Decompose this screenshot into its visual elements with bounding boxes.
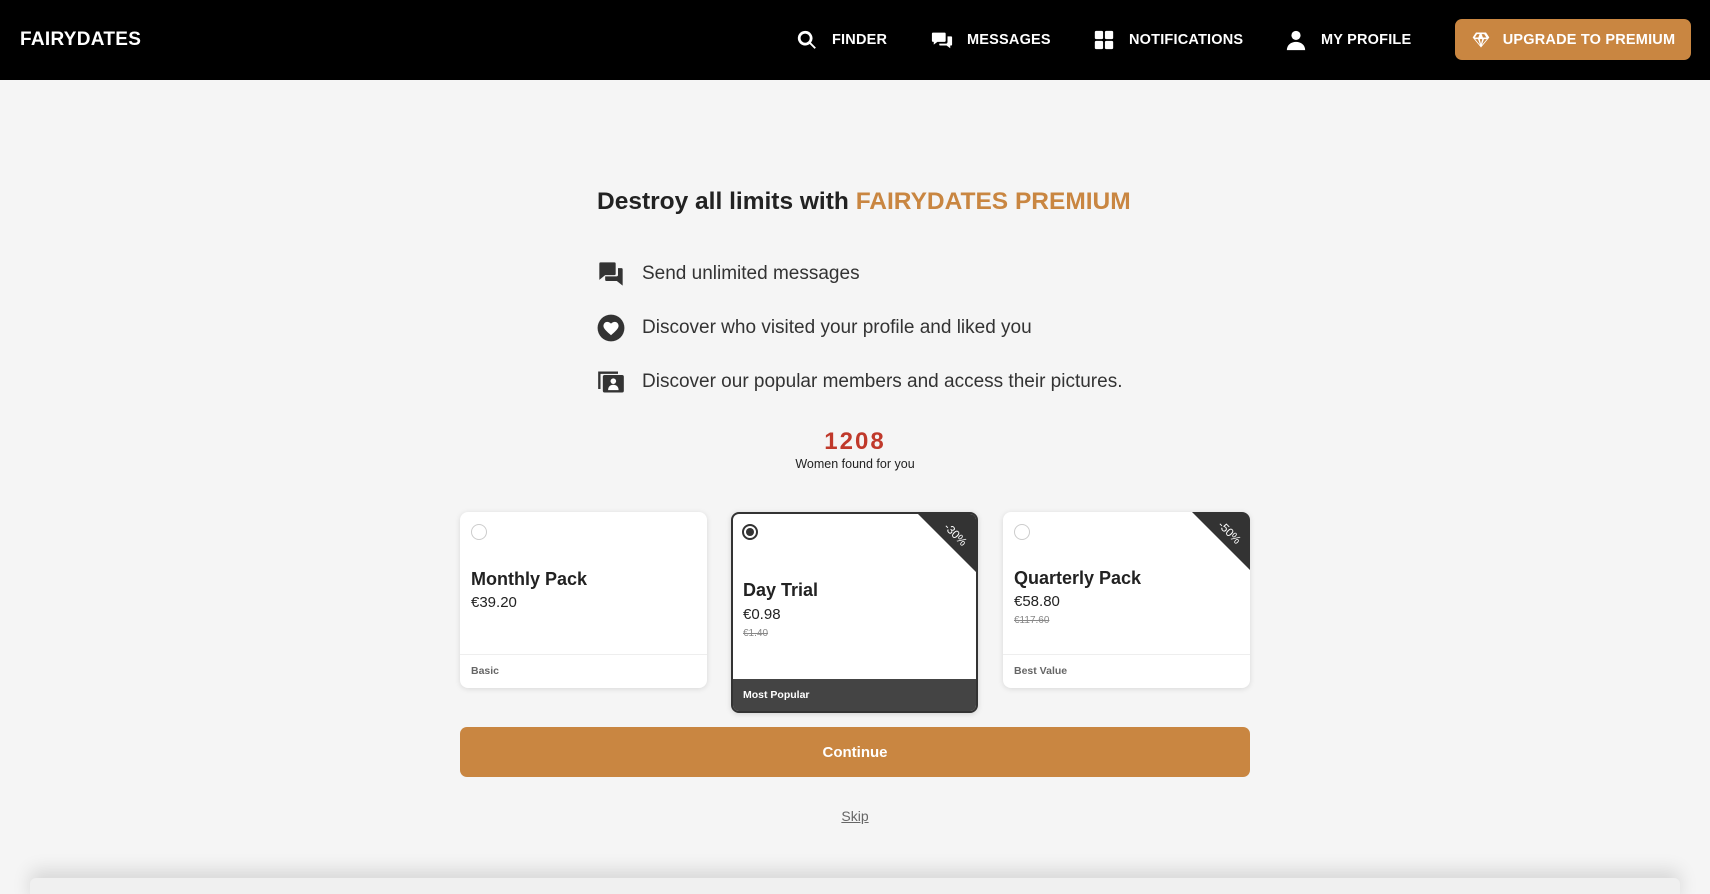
plan-radio[interactable]: [471, 524, 487, 540]
headline-prefix: Destroy all limits with: [597, 188, 856, 215]
plan-price: €58.80: [1014, 593, 1060, 610]
plan-old-price: €117.60: [1014, 615, 1050, 626]
headline-brand: FAIRYDATES PREMIUM: [855, 188, 1131, 215]
plan-footer-label: Most Popular: [733, 679, 976, 711]
discount-badge: -30%: [918, 514, 976, 572]
chat-icon: [931, 29, 953, 51]
chat-bubbles-icon: [597, 260, 625, 288]
nav-my-profile[interactable]: MY PROFILE: [1285, 0, 1411, 80]
nav-finder[interactable]: FINDER: [796, 0, 887, 80]
nav-messages[interactable]: MESSAGES: [931, 0, 1051, 80]
plan-price: €39.20: [471, 594, 517, 611]
skip-link-text[interactable]: Skip: [841, 808, 868, 824]
nav-my-profile-label: MY PROFILE: [1321, 32, 1412, 48]
diamond-icon: [1471, 30, 1491, 50]
nav-messages-label: MESSAGES: [967, 32, 1051, 48]
women-found-count: 1208: [824, 428, 886, 455]
discount-badge: -50%: [1192, 512, 1250, 570]
heart-icon: [597, 314, 625, 342]
women-found-label: Women found for you: [795, 457, 915, 471]
member-photos-icon: [597, 368, 625, 396]
plan-name: Monthly Pack: [471, 569, 588, 589]
plan-card-quarterly[interactable]: -50% Quarterly Pack €58.80 €117.60 Best …: [1003, 512, 1250, 688]
upgrade-to-premium-label: UPGRADE TO PREMIUM: [1502, 31, 1676, 48]
nav-notifications-label: NOTIFICATIONS: [1129, 32, 1244, 48]
plan-radio[interactable]: [1014, 524, 1030, 540]
bottom-panel-edge: [30, 878, 1680, 894]
logo[interactable]: FAIRYDATES: [20, 0, 141, 80]
plan-card-day-trial[interactable]: -30% Day Trial €0.98 €1.40 Most Popular: [731, 512, 978, 713]
feature-text: Discover our popular members and access …: [642, 371, 1123, 392]
feature-item: Discover who visited your profile and li…: [597, 314, 1032, 342]
plan-card-monthly[interactable]: Monthly Pack €39.20 Basic: [460, 512, 707, 688]
plan-radio-selected[interactable]: [742, 524, 758, 540]
search-icon: [796, 29, 818, 51]
plan-old-price: €1.40: [743, 628, 769, 639]
user-icon: [1285, 29, 1307, 51]
upgrade-to-premium-button[interactable]: UPGRADE TO PREMIUM: [1455, 19, 1691, 60]
top-navigation-bar: FAIRYDATES FINDER MESSAGES NOTIFICATIONS…: [0, 0, 1710, 80]
feature-text: Send unlimited messages: [642, 263, 860, 284]
plan-footer-label: Basic: [460, 654, 707, 688]
grid-icon: [1093, 29, 1115, 51]
nav-finder-label: FINDER: [832, 32, 888, 48]
feature-text: Discover who visited your profile and li…: [642, 317, 1032, 338]
feature-item: Send unlimited messages: [597, 260, 860, 288]
page-title: Destroy all limits with FAIRYDATES PREMI…: [597, 188, 1131, 216]
nav-notifications[interactable]: NOTIFICATIONS: [1093, 0, 1243, 80]
feature-item: Discover our popular members and access …: [597, 368, 1122, 396]
continue-button[interactable]: Continue: [460, 727, 1250, 777]
plan-footer-label: Best Value: [1003, 654, 1250, 688]
plan-name: Day Trial: [743, 580, 819, 600]
skip-link: Skip: [0, 808, 1710, 824]
plan-price: €0.98: [743, 606, 781, 623]
plan-name: Quarterly Pack: [1014, 568, 1142, 588]
